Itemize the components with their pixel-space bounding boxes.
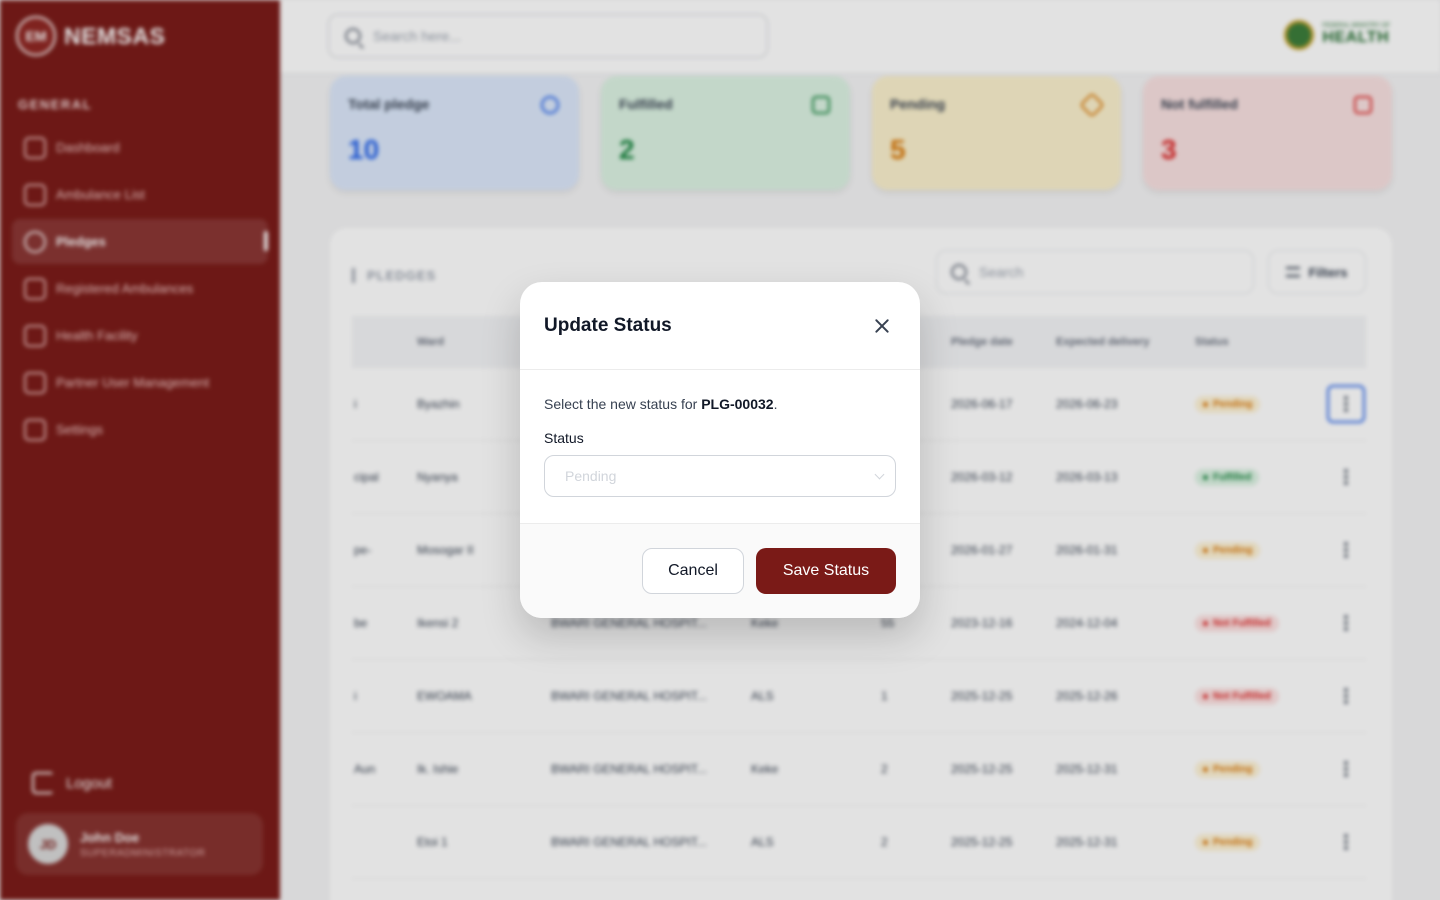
save-status-button[interactable]: Save Status — [756, 548, 896, 594]
cancel-button[interactable]: Cancel — [642, 548, 744, 594]
pledge-id: PLG-00032 — [701, 396, 774, 412]
status-select[interactable]: Pending — [544, 455, 896, 497]
modal-description-prefix: Select the new status for — [544, 396, 702, 412]
modal-header: Update Status — [520, 282, 920, 370]
modal-title: Update Status — [544, 314, 672, 336]
update-status-modal: Update Status Select the new status for … — [520, 282, 920, 618]
status-select-value: Pending — [565, 468, 617, 484]
modal-footer: Cancel Save Status — [520, 524, 920, 618]
modal-description-suffix: . — [773, 396, 778, 412]
modal-description: Select the new status for PLG-00032. — [544, 396, 896, 412]
chevron-down-icon — [874, 469, 885, 479]
status-field-label: Status — [544, 430, 584, 446]
close-icon[interactable] — [868, 312, 896, 340]
modal-body: Select the new status for PLG-00032. Sta… — [520, 370, 920, 524]
